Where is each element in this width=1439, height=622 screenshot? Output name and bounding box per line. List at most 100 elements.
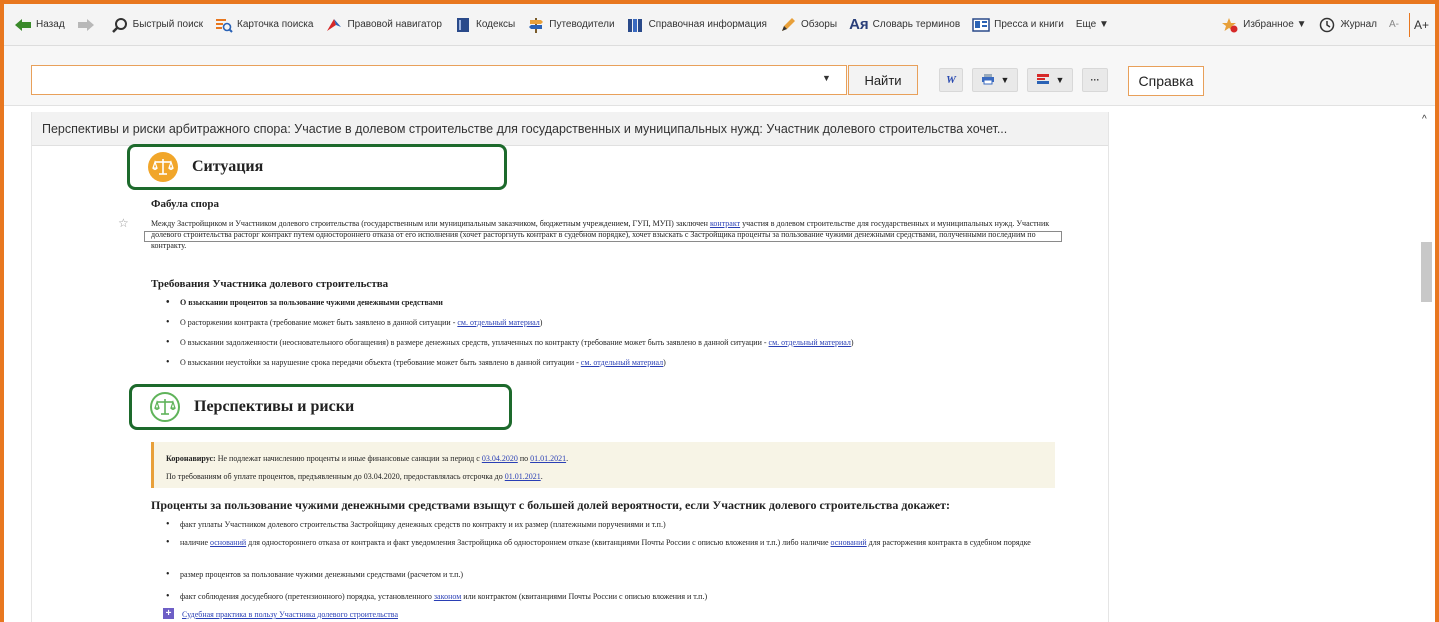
legal-navigator-label: Правовой навигатор — [347, 19, 442, 30]
word-export-icon[interactable]: W — [939, 68, 963, 92]
claims-heading: Требования Участника долевого строительс… — [151, 278, 389, 290]
note-line-1: Коронавирус: Не подлежат начислению проц… — [166, 454, 569, 463]
claims-list: О взыскании процентов за пользование чуж… — [166, 298, 1066, 378]
separate-material-link[interactable]: см. отдельный материал — [457, 318, 539, 327]
toolbar-right: Избранное ▼ Журнал A- A+ — [1221, 12, 1435, 37]
navigator-icon — [325, 16, 343, 34]
separate-material-link[interactable]: см. отдельный материал — [581, 358, 663, 367]
grounds-link[interactable]: оснований — [831, 538, 867, 547]
main-toolbar: Назад Быстрый поиск Карточка поиска Прав… — [4, 4, 1435, 46]
help-button[interactable]: Справка — [1128, 66, 1204, 96]
terms-button[interactable]: Ая Словарь терминов — [849, 16, 960, 34]
search-history-dropdown-icon[interactable]: ▼ — [822, 73, 831, 83]
bookmark-star-icon[interactable]: ☆ — [118, 216, 129, 230]
risks-heading-box: Перспективы и риски — [129, 384, 512, 430]
note-text: по — [519, 454, 529, 463]
claim-item: О взыскании процентов за пользование чуж… — [166, 298, 1066, 318]
search-card-label: Карточка поиска — [237, 19, 314, 30]
codes-button[interactable]: Кодексы — [454, 16, 515, 34]
search-icon — [111, 16, 129, 34]
contract-link[interactable]: контракт — [710, 219, 740, 228]
signpost-icon — [527, 16, 545, 34]
claim-item: О взыскании неустойки за нарушение срока… — [166, 358, 1066, 378]
grounds-link[interactable]: оснований — [210, 538, 246, 547]
arrow-left-icon — [14, 16, 32, 34]
legal-navigator-button[interactable]: Правовой навигатор — [325, 16, 442, 34]
note-text: По требованиям об уплате процентов, пред… — [166, 472, 503, 481]
document-scrollbar[interactable]: ^ — [1418, 112, 1435, 622]
proof-item: наличие оснований для одностороннего отк… — [166, 538, 1061, 570]
proof-text: факт уплаты Участником долевого строител… — [180, 520, 666, 529]
scroll-thumb[interactable] — [1421, 242, 1432, 302]
export-icon — [1036, 73, 1050, 87]
document-view: Перспективы и риски арбитражного спора: … — [31, 112, 1109, 622]
journal-label: Журнал — [1340, 19, 1377, 30]
reviews-label: Обзоры — [800, 19, 838, 30]
risks-title: Перспективы и риски — [194, 398, 355, 415]
separate-material-link[interactable]: см. отдельный материал — [769, 338, 851, 347]
app-frame: Назад Быстрый поиск Карточка поиска Прав… — [0, 0, 1439, 622]
press-label: Пресса и книги — [994, 19, 1064, 30]
more-menu[interactable]: Еще ▼ — [1076, 19, 1109, 30]
star-icon — [1221, 16, 1239, 34]
guides-label: Путеводители — [549, 19, 615, 30]
terms-glyph-icon: Ая — [849, 16, 869, 33]
date-link[interactable]: 01.01.2021 — [530, 454, 566, 463]
more-options-button[interactable]: ··· — [1082, 68, 1108, 92]
find-button[interactable]: Найти — [848, 65, 918, 95]
scroll-up-icon[interactable]: ^ — [1422, 114, 1427, 125]
note-label: Коронавирус: — [166, 454, 216, 463]
reference-button[interactable]: Справочная информация — [627, 16, 767, 34]
date-link[interactable]: 03.04.2020 — [482, 454, 518, 463]
main-heading: Проценты за пользование чужими денежными… — [151, 498, 950, 512]
font-bigger-button[interactable]: A+ — [1414, 18, 1429, 32]
press-button[interactable]: Пресса и книги — [972, 16, 1064, 34]
search-input[interactable] — [31, 65, 847, 95]
binders-icon — [627, 16, 645, 34]
proof-item: размер процентов за пользование чужими д… — [166, 570, 1061, 592]
book-icon — [454, 16, 472, 34]
note-line-2: По требованиям об уплате процентов, пред… — [166, 472, 543, 481]
clock-icon — [1318, 16, 1336, 34]
coronavirus-note: Коронавирус: Не подлежат начислению проц… — [151, 442, 1055, 488]
reviews-button[interactable]: Обзоры — [779, 16, 837, 34]
export-button[interactable]: ▼ — [1027, 68, 1073, 92]
proof-text: для одностороннего отказа от контракта и… — [246, 538, 831, 547]
plot-paragraph: Между Застройщиком и Участником долевого… — [151, 218, 1056, 251]
newspaper-icon — [972, 16, 990, 34]
proof-text: размер процентов за пользование чужими д… — [180, 570, 464, 579]
expand-plus-icon[interactable]: + — [163, 608, 174, 619]
proof-text: для расторжения контракта в судебном пор… — [866, 538, 1031, 547]
quick-search-button[interactable]: Быстрый поиск — [111, 16, 203, 34]
risks-scales-icon — [150, 392, 180, 422]
date-link[interactable]: 01.01.2021 — [505, 472, 541, 481]
forward-button[interactable] — [77, 16, 99, 34]
pen-icon — [779, 16, 797, 34]
proof-text: наличие — [180, 538, 211, 547]
claim-item: О взыскании задолженности (неосновательн… — [166, 338, 1066, 358]
proofs-list: факт уплаты Участником долевого строител… — [166, 520, 1061, 610]
quick-search-label: Быстрый поиск — [132, 19, 204, 30]
favorites-label: Избранное ▼ — [1243, 19, 1307, 30]
plot-text-part1: Между Застройщиком и Участником долевого… — [151, 219, 708, 228]
court-practice-link[interactable]: Судебная практика в пользу Участника дол… — [182, 609, 398, 620]
plot-heading: Фабула спора — [151, 198, 220, 210]
font-smaller-button[interactable]: A- — [1389, 19, 1399, 30]
claim-text: О взыскании неустойки за нарушение срока… — [180, 358, 581, 367]
journal-button[interactable]: Журнал — [1318, 16, 1377, 34]
arrow-right-icon — [77, 16, 95, 34]
proof-item: факт уплаты Участником долевого строител… — [166, 520, 1061, 538]
situation-heading-box: Ситуация — [127, 144, 507, 190]
situation-title: Ситуация — [192, 158, 264, 175]
note-text: Не подлежат начислению проценты и иные ф… — [217, 454, 480, 463]
search-card-button[interactable]: Карточка поиска — [215, 16, 313, 34]
back-label: Назад — [36, 19, 65, 30]
back-button[interactable]: Назад — [14, 16, 65, 34]
law-link[interactable]: законом — [434, 592, 461, 601]
print-button[interactable]: ▼ — [972, 68, 1018, 92]
guides-button[interactable]: Путеводители — [527, 16, 615, 34]
favorites-button[interactable]: Избранное ▼ — [1221, 16, 1306, 34]
export-dropdown-icon: ▼ — [1055, 75, 1065, 85]
proof-text: факт соблюдения досудебного (претензионн… — [180, 592, 434, 601]
scales-icon — [148, 152, 178, 182]
